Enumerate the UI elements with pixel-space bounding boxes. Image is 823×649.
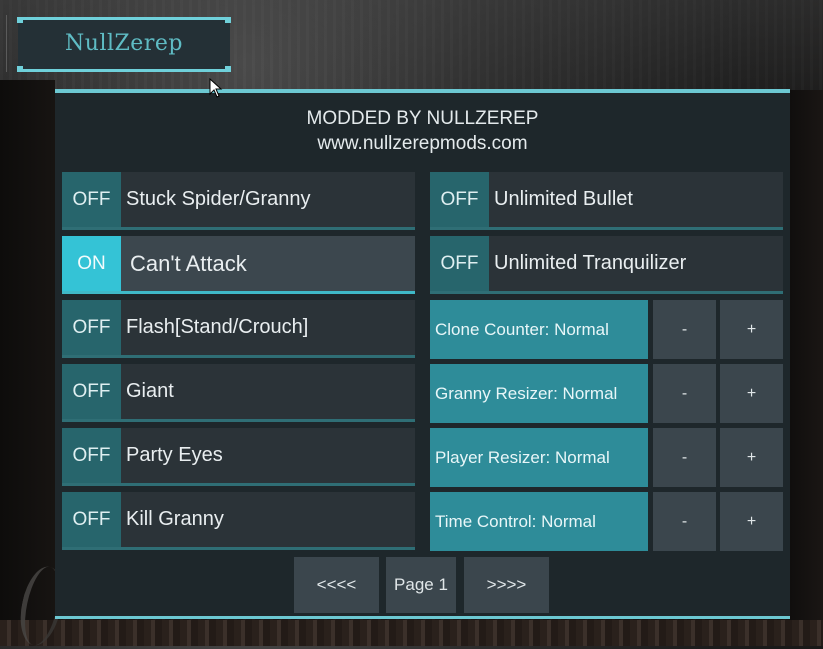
toggle-label: Flash[Stand/Crouch]	[126, 316, 309, 338]
background-floor	[0, 620, 823, 646]
toggle-giant[interactable]: OFF Giant	[62, 364, 415, 422]
clone-counter-increment-button[interactable]: +	[720, 300, 783, 359]
toggle-label: Party Eyes	[126, 444, 223, 466]
corner-decoration	[17, 66, 23, 72]
player-resizer-increment-button[interactable]: +	[720, 428, 783, 487]
mouse-cursor-icon	[209, 78, 223, 98]
toggle-stuck-spider-granny[interactable]: OFF Stuck Spider/Granny	[62, 172, 415, 230]
background-line	[6, 15, 7, 72]
time-control-decrement-button[interactable]: -	[653, 492, 716, 551]
mod-menu-panel: MODDED BY NULLZEREP www.nullzerepmods.co…	[55, 89, 790, 619]
panel-subtitle-url: www.nullzerepmods.com	[317, 133, 528, 154]
toggle-label: Unlimited Tranquilizer	[494, 252, 687, 274]
background-shadow-left	[0, 80, 55, 646]
toggle-kill-granny[interactable]: OFF Kill Granny	[62, 492, 415, 550]
previous-page-button[interactable]: <<<<	[294, 557, 379, 613]
toggle-state[interactable]: OFF	[62, 300, 121, 355]
stepper-label-player-resizer: Player Resizer: Normal	[430, 428, 648, 487]
corner-decoration	[225, 17, 231, 23]
corner-decoration	[225, 66, 231, 72]
toggle-label: Stuck Spider/Granny	[126, 188, 311, 210]
time-control-increment-button[interactable]: +	[720, 492, 783, 551]
stepper-label-clone-counter: Clone Counter: Normal	[430, 300, 648, 359]
toggle-flash[interactable]: OFF Flash[Stand/Crouch]	[62, 300, 415, 358]
stepper-label-granny-resizer: Granny Resizer: Normal	[430, 364, 648, 423]
toggle-label: Giant	[126, 380, 174, 402]
granny-resizer-decrement-button[interactable]: -	[653, 364, 716, 423]
logo-text: NullZerep	[65, 31, 183, 56]
clone-counter-decrement-button[interactable]: -	[653, 300, 716, 359]
toggle-unlimited-tranquilizer[interactable]: OFF Unlimited Tranquilizer	[430, 236, 783, 294]
next-page-button[interactable]: >>>>	[464, 557, 549, 613]
toggle-state[interactable]: ON	[62, 236, 121, 291]
player-resizer-decrement-button[interactable]: -	[653, 428, 716, 487]
granny-resizer-increment-button[interactable]: +	[720, 364, 783, 423]
toggle-label: Kill Granny	[126, 508, 224, 530]
background-shadow-right	[790, 90, 823, 630]
toggle-label: Can't Attack	[130, 250, 247, 276]
toggle-state[interactable]: OFF	[62, 172, 121, 227]
toggle-state[interactable]: OFF	[430, 172, 489, 227]
toggle-state[interactable]: OFF	[62, 428, 121, 483]
toggle-state[interactable]: OFF	[62, 492, 121, 547]
toggle-cant-attack[interactable]: ON Can't Attack	[62, 236, 415, 294]
toggle-state[interactable]: OFF	[62, 364, 121, 419]
toggle-party-eyes[interactable]: OFF Party Eyes	[62, 428, 415, 486]
page-indicator: Page 1	[386, 557, 456, 613]
toggle-label: Unlimited Bullet	[494, 188, 633, 210]
corner-decoration	[17, 17, 23, 23]
toggle-unlimited-bullet[interactable]: OFF Unlimited Bullet	[430, 172, 783, 230]
panel-title: MODDED BY NULLZEREP	[306, 108, 539, 129]
toggle-state[interactable]: OFF	[430, 236, 489, 291]
stepper-label-time-control: Time Control: Normal	[430, 492, 648, 551]
logo-button[interactable]: NullZerep	[17, 17, 231, 72]
